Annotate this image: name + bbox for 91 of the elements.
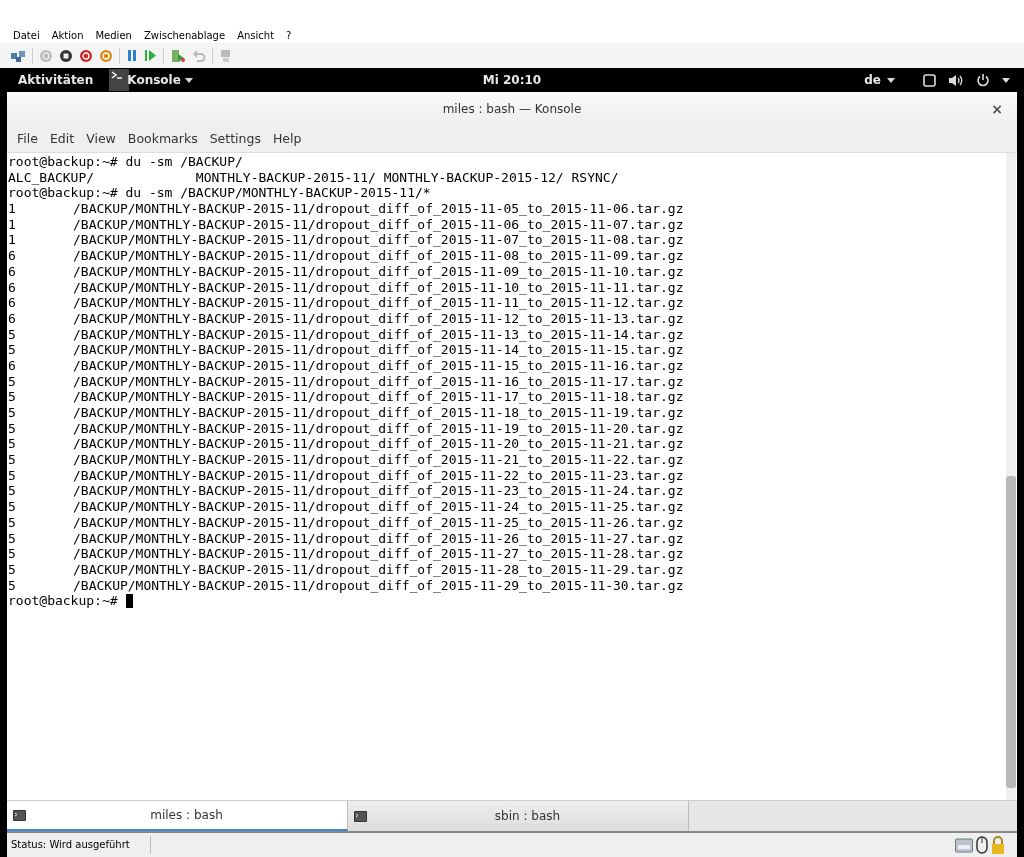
file-path: /BACKUP/MONTHLY-BACKUP-2015-11/dropout_diff_of_2015-11-23_to_2015-11-24.tar.gz [73,483,684,500]
clock[interactable]: Mi 20:10 [482,73,542,87]
file-size: 5 [8,467,17,484]
menu-item[interactable]: Zwischenablage [137,29,232,41]
file-path: /BACKUP/MONTHLY-BACKUP-2015-11/dropout_diff_of_2015-11-20_to_2015-11-21.tar.gz [73,436,684,453]
file-size: 5 [8,326,17,343]
file-size: 5 [8,389,17,405]
file-size: 5 [8,436,17,453]
window-icon[interactable] [923,73,936,87]
file-path: /BACKUP/MONTHLY-BACKUP-2015-11/dropout_diff_of_2015-11-25_to_2015-11-26.tar.gz [73,514,684,531]
app-menu[interactable]: Konsole [109,69,193,91]
file-size: 5 [8,561,17,578]
volume-icon[interactable] [948,73,964,87]
dropdown-icon [887,77,895,83]
terminal-tab[interactable]: sbin : bash [348,801,689,831]
menu-item[interactable]: File [11,131,44,146]
terminal-line: root@backup:~# du -sm /BACKUP/ [8,154,243,170]
menu-item[interactable]: ? [280,29,298,41]
dropdown-icon [184,77,193,83]
menu-item[interactable]: Datei [7,29,46,41]
terminal-icon [354,810,367,822]
play-icon[interactable] [144,49,157,62]
mouse-icon [976,836,988,854]
file-size: 6 [8,248,17,264]
terminal-tab[interactable]: miles : bash [7,801,348,831]
file-size: 5 [8,499,17,515]
file-path: /BACKUP/MONTHLY-BACKUP-2015-11/dropout_diff_of_2015-11-17_to_2015-11-18.tar.gz [73,389,684,405]
file-path: /BACKUP/MONTHLY-BACKUP-2015-11/dropout_diff_of_2015-11-16_to_2015-11-17.tar.gz [73,373,684,390]
menu-item[interactable]: Bookmarks [121,131,204,146]
menu-item[interactable]: Ansicht [231,29,281,41]
menu-item[interactable]: Edit [43,131,81,146]
file-path: /BACKUP/MONTHLY-BACKUP-2015-11/dropout_diff_of_2015-11-09_to_2015-11-10.tar.gz [73,263,684,280]
file-size: 5 [8,546,17,562]
terminal-line: ALC_BACKUP/ MONTHLY-BACKUP-2015-11/ MONTHLY-BACKUP-2015-12/ RSYNC/ [8,169,619,186]
file-path: /BACKUP/MONTHLY-BACKUP-2015-11/dropout_diff_of_2015-11-19_to_2015-11-20.tar.gz [73,420,684,437]
file-path: /BACKUP/MONTHLY-BACKUP-2015-11/dropout_diff_of_2015-11-15_to_2015-11-16.tar.gz [73,357,684,374]
file-path: /BACKUP/MONTHLY-BACKUP-2015-11/dropout_diff_of_2015-11-21_to_2015-11-22.tar.gz [73,452,684,468]
file-size: 6 [8,295,17,311]
file-path: /BACKUP/MONTHLY-BACKUP-2015-11/dropout_diff_of_2015-11-07_to_2015-11-08.tar.gz [73,232,684,249]
stop-icon[interactable] [59,48,73,63]
menu-item[interactable]: Help [266,131,308,146]
file-size: 6 [8,279,17,296]
file-size: 5 [8,373,17,390]
file-size: 6 [8,310,17,327]
file-size: 5 [8,342,17,358]
keyboard-layout[interactable]: de [864,73,895,87]
keyboard-icon [955,837,973,853]
file-path: /BACKUP/MONTHLY-BACKUP-2015-11/dropout_diff_of_2015-11-18_to_2015-11-19.tar.gz [73,405,684,421]
file-size: 5 [8,514,17,531]
file-path: /BACKUP/MONTHLY-BACKUP-2015-11/dropout_diff_of_2015-11-26_to_2015-11-27.tar.gz [73,530,684,547]
pause-icon[interactable] [126,49,138,62]
status-text: Status: Wird ausgeführt [11,836,151,854]
file-path: /BACKUP/MONTHLY-BACKUP-2015-11/dropout_diff_of_2015-11-29_to_2015-11-30.tar.gz [73,577,684,594]
file-size: 5 [8,405,17,421]
menu-item[interactable]: Aktion [45,29,90,41]
text-cursor [125,594,133,609]
file-size: 1 [8,201,17,217]
window-title: miles : bash — Konsole [442,101,582,116]
terminal-icon [13,809,26,821]
file-path: /BACKUP/MONTHLY-BACKUP-2015-11/dropout_diff_of_2015-11-11_to_2015-11-12.tar.gz [73,295,684,311]
file-path: /BACKUP/MONTHLY-BACKUP-2015-11/dropout_diff_of_2015-11-05_to_2015-11-06.tar.gz [73,201,684,217]
activities-button[interactable]: Aktivitäten [0,73,110,87]
file-path: /BACKUP/MONTHLY-BACKUP-2015-11/dropout_diff_of_2015-11-10_to_2015-11-11.tar.gz [73,279,684,296]
file-size: 5 [8,452,17,468]
file-path: /BACKUP/MONTHLY-BACKUP-2015-11/dropout_diff_of_2015-11-24_to_2015-11-25.tar.gz [73,499,684,515]
file-path: /BACKUP/MONTHLY-BACKUP-2015-11/dropout_diff_of_2015-11-27_to_2015-11-28.tar.gz [73,546,684,562]
terminal-line: root@backup:~# du -sm /BACKUP/MONTHLY-BACKUP-2015-11/* [8,185,431,202]
menu-item[interactable]: Settings [203,131,267,146]
file-path: /BACKUP/MONTHLY-BACKUP-2015-11/dropout_diff_of_2015-11-13_to_2015-11-14.tar.gz [73,326,684,343]
file-path: /BACKUP/MONTHLY-BACKUP-2015-11/dropout_diff_of_2015-11-12_to_2015-11-13.tar.gz [73,310,684,327]
file-size: 5 [8,483,17,500]
file-size: 5 [8,420,17,437]
file-path: /BACKUP/MONTHLY-BACKUP-2015-11/dropout_diff_of_2015-11-08_to_2015-11-09.tar.gz [73,248,684,264]
terminal-prompt: root@backup:~# [8,593,118,609]
file-size: 1 [8,216,17,233]
network-icon[interactable] [10,48,26,63]
scrollbar[interactable] [1006,153,1016,800]
file-size: 6 [8,263,17,280]
dropdown-icon[interactable] [1002,77,1010,83]
file-path: /BACKUP/MONTHLY-BACKUP-2015-11/dropout_diff_of_2015-11-22_to_2015-11-23.tar.gz [73,467,684,484]
file-size: 1 [8,232,17,249]
file-size: 6 [8,357,17,374]
menu-item[interactable]: Medien [89,29,138,41]
file-size: 5 [8,530,17,547]
file-path: /BACKUP/MONTHLY-BACKUP-2015-11/dropout_diff_of_2015-11-28_to_2015-11-29.tar.gz [73,561,684,578]
lock-icon [991,836,1005,854]
file-path: /BACKUP/MONTHLY-BACKUP-2015-11/dropout_diff_of_2015-11-06_to_2015-11-07.tar.gz [73,216,684,233]
menu-item[interactable]: View [80,131,122,146]
close-button[interactable]: × [991,100,1003,117]
file-size: 5 [8,577,17,594]
file-path: /BACKUP/MONTHLY-BACKUP-2015-11/dropout_diff_of_2015-11-14_to_2015-11-15.tar.gz [73,342,684,358]
